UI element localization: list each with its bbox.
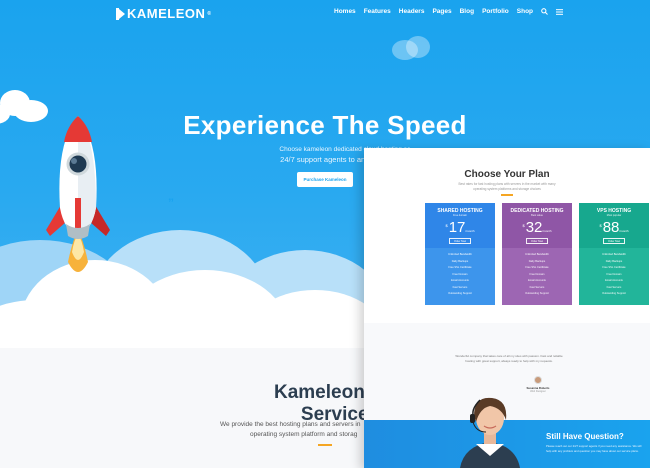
quote-icon: ” xyxy=(168,196,174,210)
plans-subtitle: Best rates for fast hosting plans with s… xyxy=(458,182,556,191)
pricing-card-header: VPS HOSTING Most popular $88/month Order… xyxy=(579,203,649,248)
order-button[interactable]: Order Now xyxy=(603,238,625,244)
pricing-card-features: Unlimited Bandwidth Daily Backups Free S… xyxy=(579,248,649,305)
currency-symbol: $ xyxy=(445,223,448,228)
plans-title: Choose Your Plan xyxy=(464,169,550,180)
brand-name: KAMELEON xyxy=(127,6,206,21)
pricing-card-vps: VPS HOSTING Most popular $88/month Order… xyxy=(579,203,649,305)
nav-item-pages[interactable]: Pages xyxy=(432,8,451,15)
currency-symbol: $ xyxy=(599,223,602,228)
plan-tag: Most popular xyxy=(606,214,622,217)
pricing-card-features: Unlimited Bandwidth Daily Backups Free S… xyxy=(425,248,495,305)
support-text: Please reach out our 24/7 support agents… xyxy=(546,444,642,453)
brand-logo[interactable]: KAMELEON ® xyxy=(116,6,212,21)
avatar xyxy=(534,376,542,384)
nav-item-portfolio[interactable]: Portfolio xyxy=(482,8,509,15)
plan-price: $32/month xyxy=(502,219,572,236)
accent-divider xyxy=(318,444,332,446)
nav-item-blog[interactable]: Blog xyxy=(460,8,474,15)
pricing-card-header: DEDICATED HOSTING Best value $32/month O… xyxy=(502,203,572,248)
cloud-shape xyxy=(406,36,430,58)
nav-item-shop[interactable]: Shop xyxy=(517,8,533,15)
price-period: /month xyxy=(619,229,629,233)
plan-price: $17/month xyxy=(425,219,495,236)
main-menu: Homes Features Headers Pages Blog Portfo… xyxy=(334,8,564,15)
pricing-card-features: Unlimited Bandwidth Daily Backups Free S… xyxy=(502,248,572,305)
logo-k-icon xyxy=(116,7,126,20)
feature-item: Outstanding Support xyxy=(525,292,549,295)
plan-tag: Free domain xyxy=(452,214,468,217)
currency-symbol: $ xyxy=(522,223,525,228)
pricing-card-shared: SHARED HOSTING Free domain $17/month Ord… xyxy=(425,203,495,305)
price-value: 88 xyxy=(602,219,620,236)
services-subtitle-line1: We provide the best hosting plans and se… xyxy=(220,421,361,428)
order-button[interactable]: Order Now xyxy=(449,238,471,244)
nav-item-features[interactable]: Features xyxy=(364,8,391,15)
testimonial-quote: Wonderful company that takes care of all… xyxy=(455,354,563,363)
feature-item: Outstanding Support xyxy=(602,292,626,295)
pricing-card-dedicated: DEDICATED HOSTING Best value $32/month O… xyxy=(502,203,572,305)
price-period: /month xyxy=(465,229,475,233)
order-button[interactable]: Order Now xyxy=(526,238,548,244)
feature-item: Outstanding Support xyxy=(448,292,472,295)
price-value: 32 xyxy=(525,219,543,236)
hero-title: Experience The Speed xyxy=(183,110,467,140)
pricing-card-header: SHARED HOSTING Free domain $17/month Ord… xyxy=(425,203,495,248)
plan-price: $88/month xyxy=(579,219,649,236)
search-icon[interactable] xyxy=(541,8,548,15)
services-subtitle-line2: operating system platform and storag xyxy=(250,431,358,438)
menu-icon[interactable] xyxy=(556,8,564,15)
registered-mark: ® xyxy=(207,10,212,17)
nav-item-homes[interactable]: Homes xyxy=(334,8,356,15)
purchase-button[interactable]: Purchase Kameleon xyxy=(297,172,353,187)
accent-divider xyxy=(501,194,513,196)
price-value: 17 xyxy=(448,219,466,236)
services-subtitle: We provide the best hosting plans and se… xyxy=(220,420,380,440)
plan-tag: Best value xyxy=(531,214,543,217)
support-agent-image xyxy=(460,397,520,468)
support-title: Still Have Question? xyxy=(546,432,624,441)
nav-item-headers[interactable]: Headers xyxy=(399,8,425,15)
price-period: /month xyxy=(542,229,552,233)
top-navbar: KAMELEON ® Homes Features Headers Pages B… xyxy=(0,0,650,26)
